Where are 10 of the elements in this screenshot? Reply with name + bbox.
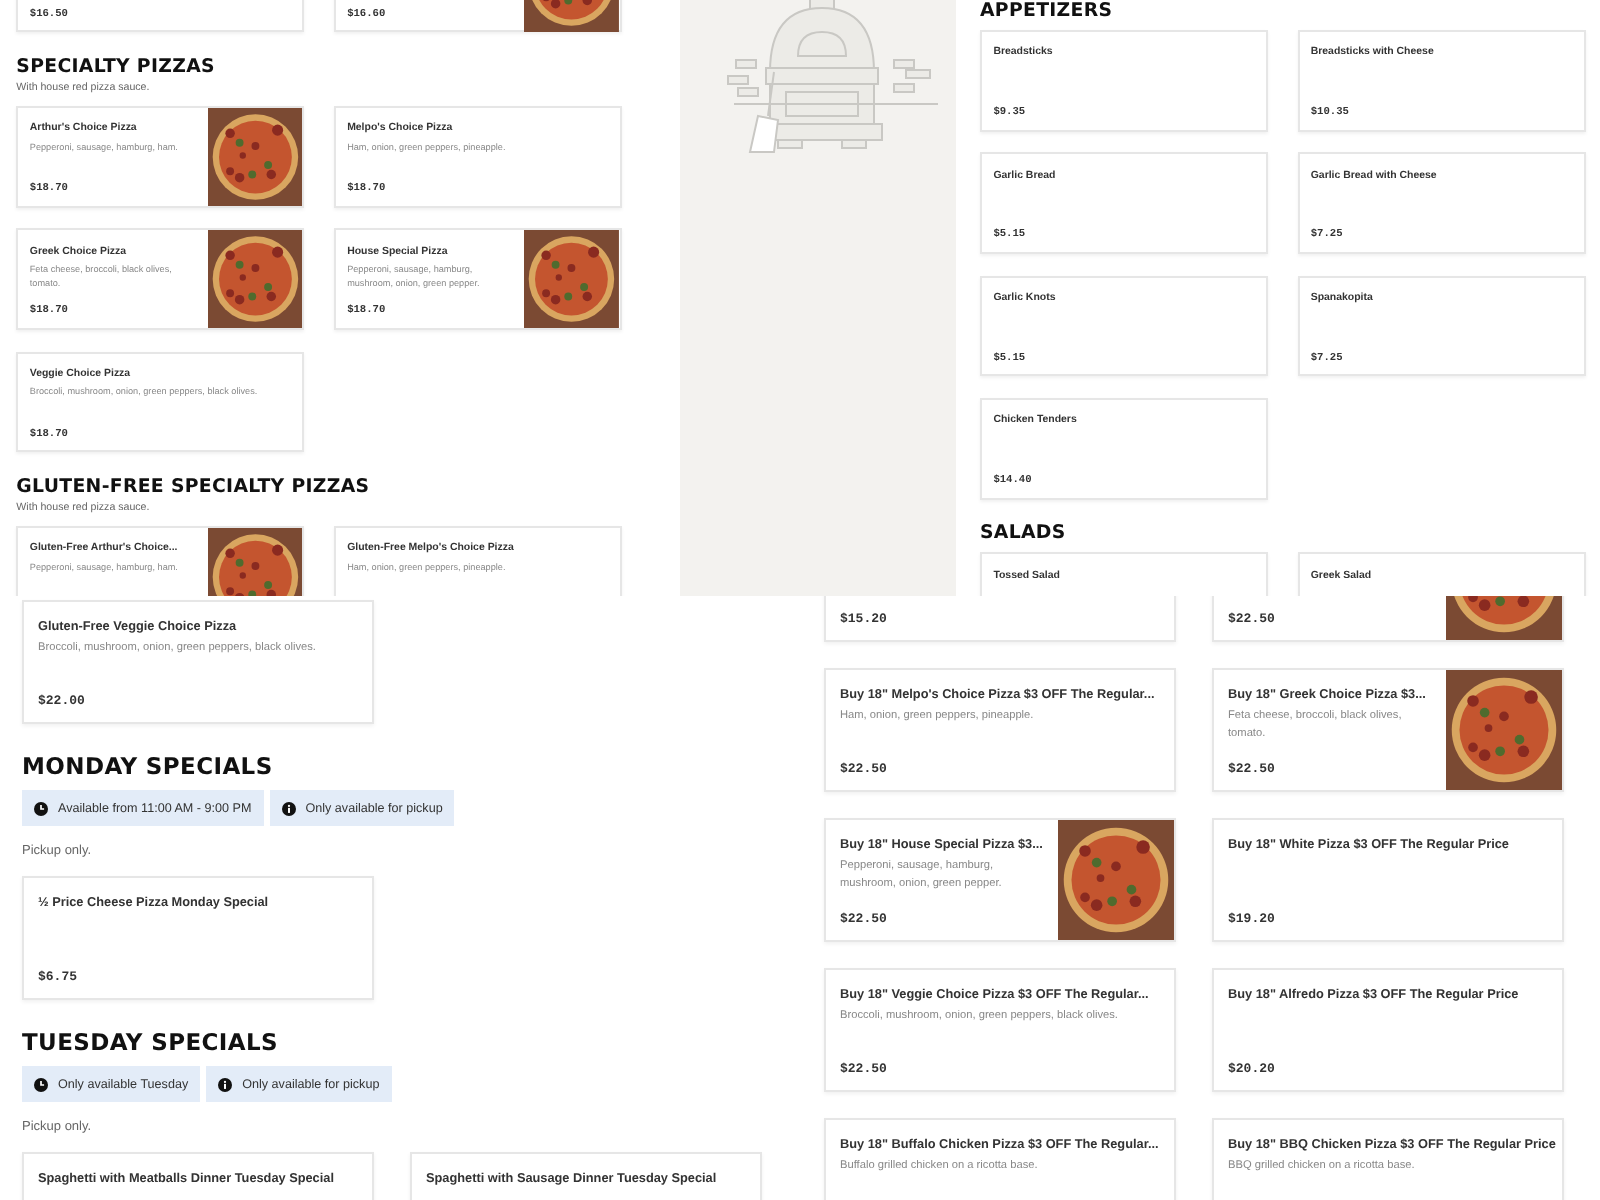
clock-icon (34, 801, 48, 815)
section-heading: SALADS (979, 522, 1066, 545)
section-heading: MONDAY SPECIALS (22, 752, 273, 780)
clock-icon (34, 1077, 48, 1091)
info-icon (218, 1077, 233, 1091)
section-heading: APPETIZERS (979, 0, 1113, 22)
section-heading: TUESDAY SPECIALS (22, 1028, 278, 1056)
section-heading: GLUTEN-FREE SPECIALTY PIZZAS (16, 475, 370, 498)
info-icon (281, 801, 296, 815)
section-heading: SPECIALTY PIZZAS (16, 55, 215, 78)
